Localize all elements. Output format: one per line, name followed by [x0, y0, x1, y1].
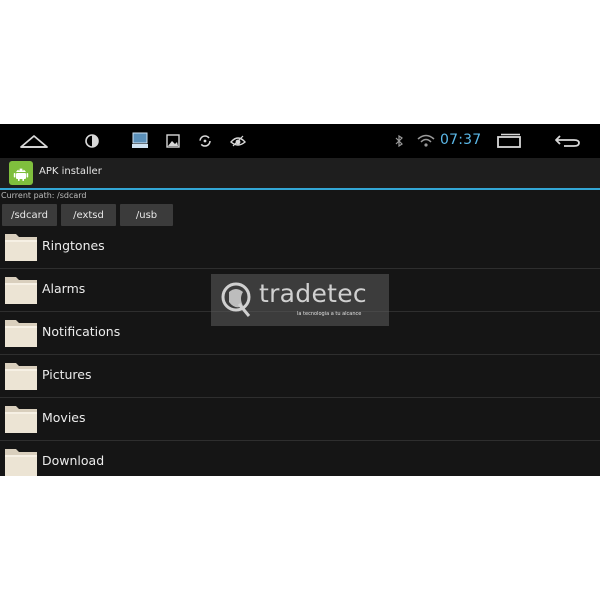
app-title: APK installer — [39, 166, 102, 177]
clock: 07:37 — [440, 132, 482, 148]
folder-icon — [5, 406, 37, 433]
recent-apps-icon[interactable] — [494, 131, 524, 151]
back-icon[interactable] — [553, 131, 583, 151]
folder-icon — [5, 449, 37, 476]
brightness-icon[interactable] — [83, 131, 101, 151]
action-bar: APK installer — [0, 158, 600, 190]
status-bar: 07:37 — [0, 124, 600, 158]
gallery-icon[interactable] — [164, 131, 182, 151]
usb-button[interactable]: /usb — [120, 204, 173, 226]
android-screen: 07:37 APK installer Current path: /sdcar… — [0, 124, 600, 476]
file-name: Download — [42, 453, 105, 468]
home-icon[interactable] — [18, 131, 50, 151]
list-item-movies[interactable]: Movies — [0, 398, 600, 441]
bluetooth-icon — [393, 131, 405, 151]
file-name: Pictures — [42, 367, 92, 382]
extsd-button[interactable]: /extsd — [61, 204, 116, 226]
watermark-tagline: la tecnologia a tu alcance — [297, 311, 362, 317]
current-path-label: Current path: /sdcard — [1, 191, 87, 200]
watermark: tradetec la tecnologia a tu alcance — [211, 274, 389, 326]
list-item-ringtones[interactable]: Ringtones — [0, 226, 600, 269]
file-list: Ringtones Alarms Notifications Pictures … — [0, 226, 600, 476]
folder-icon — [5, 277, 37, 304]
watermark-brand: tradetec — [259, 279, 367, 308]
wifi-icon — [415, 131, 437, 151]
folder-icon — [5, 320, 37, 347]
list-item-download[interactable]: Download — [0, 441, 600, 476]
eye-icon[interactable] — [229, 131, 247, 151]
file-name: Notifications — [42, 324, 121, 339]
file-name: Ringtones — [42, 238, 105, 253]
screenshot-icon[interactable] — [129, 131, 151, 151]
file-name: Movies — [42, 410, 86, 425]
folder-icon — [5, 363, 37, 390]
sync-icon[interactable] — [196, 131, 214, 151]
file-name: Alarms — [42, 281, 86, 296]
folder-icon — [5, 234, 37, 261]
tradetec-logo-icon — [221, 282, 251, 317]
android-icon — [9, 161, 33, 185]
list-item-pictures[interactable]: Pictures — [0, 355, 600, 398]
sdcard-button[interactable]: /sdcard — [2, 204, 57, 226]
